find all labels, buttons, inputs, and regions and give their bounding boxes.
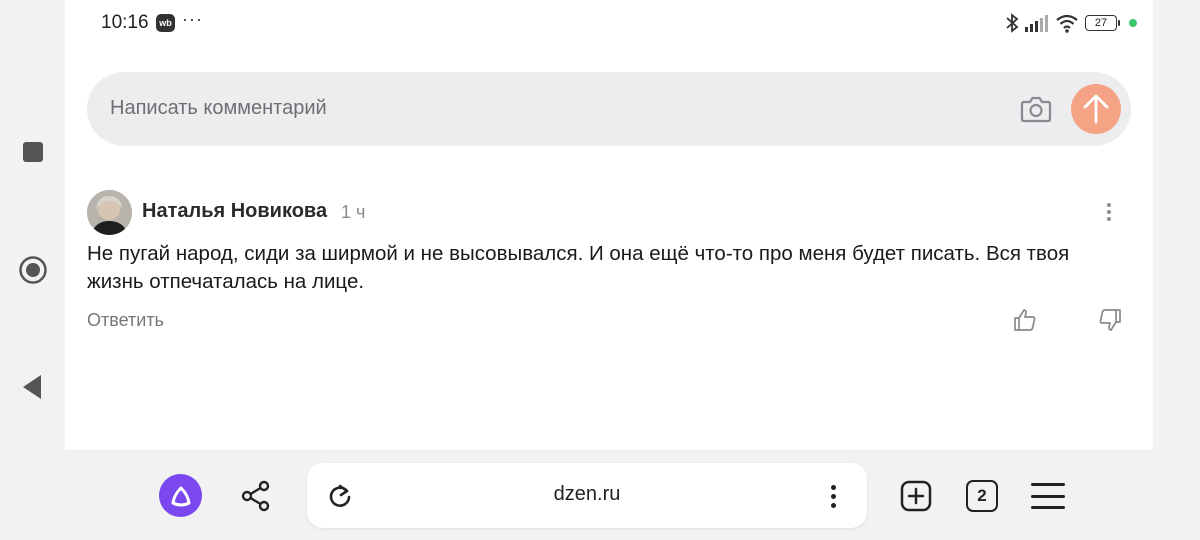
dot-icon — [1107, 203, 1111, 207]
right-edge-area — [1153, 0, 1200, 540]
status-bar: 10:16 wb ··· 27 — [65, 0, 1153, 46]
status-icons: 27 — [1005, 12, 1137, 34]
dot-icon — [1107, 217, 1111, 221]
system-nav-bar — [0, 0, 65, 540]
more-notifications-icon: ··· — [182, 9, 203, 29]
triangle-back-icon — [23, 375, 41, 399]
arrow-up-icon — [1083, 94, 1109, 124]
attach-photo-button[interactable] — [1020, 94, 1052, 124]
dot-icon — [830, 502, 836, 508]
wifi-icon — [1056, 14, 1078, 33]
alice-icon — [171, 486, 190, 506]
tabs-switcher-button[interactable]: 2 — [966, 480, 998, 512]
bluetooth-icon — [1006, 13, 1019, 33]
share-button[interactable] — [240, 480, 272, 512]
menu-line-icon — [1031, 506, 1065, 509]
thumbs-up-icon — [1014, 309, 1036, 331]
recents-button[interactable] — [18, 137, 48, 167]
address-bar[interactable]: dzen.ru — [307, 463, 867, 528]
dot-icon — [830, 493, 836, 499]
dot-icon — [830, 484, 836, 490]
share-icon — [241, 480, 270, 512]
menu-line-icon — [1031, 483, 1065, 486]
comment-input[interactable]: Написать комментарий — [87, 72, 1131, 146]
menu-line-icon — [1031, 494, 1065, 498]
battery-level: 27 — [1094, 17, 1108, 29]
status-time: 10:16 — [101, 12, 149, 33]
circle-icon — [19, 256, 47, 284]
square-icon — [23, 142, 43, 162]
camera-icon — [1020, 96, 1052, 123]
comment-input-placeholder: Написать комментарий — [110, 97, 327, 119]
back-button[interactable] — [18, 372, 48, 402]
thumbs-down-icon — [1099, 309, 1121, 331]
browser-toolbar: dzen.ru 2 — [65, 450, 1153, 540]
battery-icon: 27 — [1085, 15, 1120, 31]
comment-timestamp: 1 ч — [341, 202, 366, 222]
comment-text: Не пугай народ, сиди за ширмой и не высо… — [87, 242, 1070, 293]
like-button[interactable] — [1013, 308, 1037, 332]
url-text: dzen.ru — [553, 483, 621, 505]
wb-app-icon: wb — [156, 14, 175, 32]
comment-more-button[interactable] — [1101, 198, 1117, 226]
new-tab-button[interactable] — [900, 480, 932, 512]
plus-square-icon — [900, 480, 932, 512]
dot-icon — [1107, 210, 1111, 214]
tab-count: 2 — [977, 486, 987, 505]
privacy-indicator-dot — [1129, 19, 1137, 27]
reply-button[interactable]: Ответить — [87, 310, 164, 331]
alice-assistant-button[interactable] — [159, 474, 202, 517]
dislike-button[interactable] — [1098, 308, 1122, 332]
user-photo-icon — [87, 190, 132, 235]
comment-author[interactable]: Наталья Новикова — [142, 200, 327, 223]
home-button[interactable] — [18, 255, 48, 285]
send-comment-button[interactable] — [1071, 84, 1121, 134]
avatar[interactable] — [87, 190, 132, 235]
page-menu-button[interactable] — [825, 481, 841, 511]
app-screen: 10:16 wb ··· 27 Написать комментарий Нат… — [65, 0, 1153, 450]
cellular-signal-icon — [1025, 15, 1048, 32]
main-menu-button[interactable] — [1031, 483, 1065, 509]
